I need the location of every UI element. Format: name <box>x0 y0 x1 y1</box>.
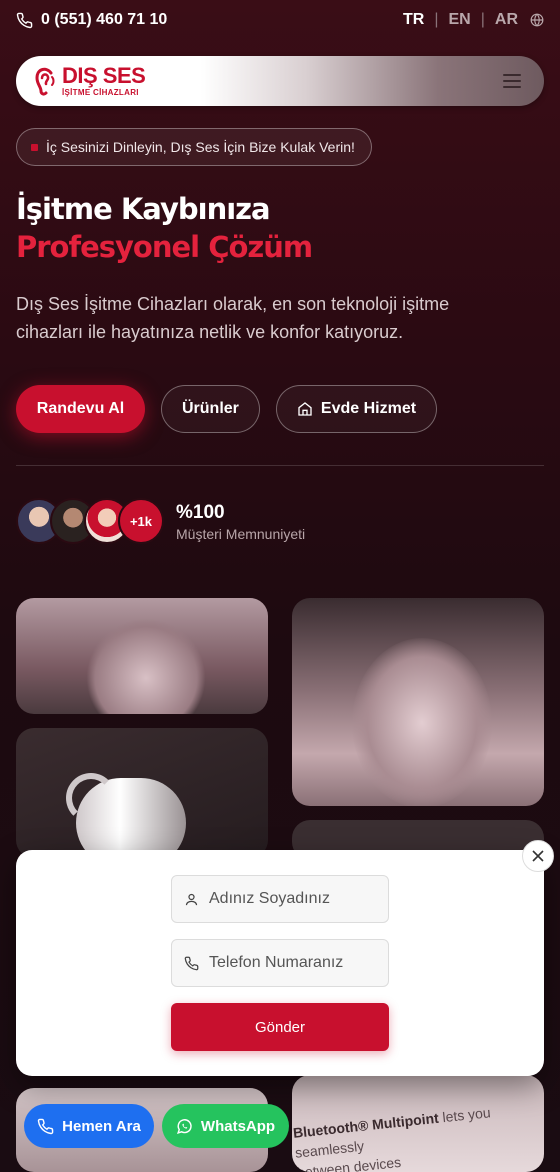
phone-icon <box>37 1118 54 1134</box>
navbar: DIŞ SES İŞİTME CİHAZLARI <box>16 56 544 106</box>
lang-separator: | <box>480 11 485 28</box>
whatsapp-button[interactable]: WhatsApp <box>162 1104 289 1148</box>
caption-brand: Bluetooth® Multipoint <box>292 1109 440 1141</box>
whatsapp-label: WhatsApp <box>200 1117 276 1135</box>
hero-actions: Randevu Al Ürünler Evde Hizmet <box>16 385 438 433</box>
home-service-label: Evde Hizmet <box>320 400 417 417</box>
submit-button[interactable]: Gönder <box>171 1003 389 1051</box>
brand-logo[interactable]: DIŞ SES İŞİTME CİHAZLARI <box>32 63 146 97</box>
user-icon <box>185 893 198 905</box>
gallery-caption: Bluetooth® Multipoint lets you seamlessl… <box>292 1096 544 1172</box>
whatsapp-icon <box>176 1118 192 1134</box>
gallery-image-hearing-aid <box>16 728 268 858</box>
lang-tr[interactable]: TR <box>403 11 424 29</box>
ear-logo-icon <box>35 67 55 96</box>
hamburger-menu-icon[interactable] <box>496 65 528 97</box>
phone-icon <box>184 956 199 970</box>
phone-icon <box>16 12 33 28</box>
name-field[interactable] <box>171 875 389 923</box>
brand-tagline: İŞİTME CİHAZLARI <box>62 88 139 97</box>
lang-separator: | <box>434 11 439 28</box>
contact-form-popup: Gönder <box>16 850 544 1076</box>
products-button[interactable]: Ürünler <box>161 385 260 433</box>
lang-en[interactable]: EN <box>449 11 471 29</box>
globe-icon[interactable] <box>530 13 544 27</box>
brand-name: DIŞ SES <box>62 63 146 88</box>
lang-ar[interactable]: AR <box>495 11 518 29</box>
phone-number: 0 (551) 460 71 10 <box>41 11 168 28</box>
hero-badge: İç Sesinizi Dinleyin, Dış Ses İçin Bize … <box>16 128 372 166</box>
stat-label: Müşteri Memnuniyeti <box>176 526 306 542</box>
call-now-label: Hemen Ara <box>62 1117 141 1135</box>
call-now-button[interactable]: Hemen Ara <box>24 1104 154 1148</box>
hero-title-line1: İşitme Kaybınıza <box>16 192 271 226</box>
home-service-button[interactable]: Evde Hizmet <box>275 385 438 433</box>
language-switcher: TR | EN | AR <box>403 11 544 29</box>
top-bar: 0 (551) 460 71 10 TR | EN | AR <box>0 0 560 40</box>
gallery-image-bluetooth: Bluetooth® Multipoint lets you seamlessl… <box>292 1075 544 1172</box>
name-input[interactable] <box>209 890 369 908</box>
phone-field[interactable] <box>171 939 389 987</box>
stat-value: %100 <box>176 502 225 523</box>
hero-title: İşitme Kaybınıza Profesyonel Çözüm <box>16 190 313 266</box>
divider <box>16 465 544 466</box>
gallery-image-hand <box>292 598 544 806</box>
hero-description: Dış Ses İşitme Cihazları olarak, en son … <box>16 294 450 342</box>
products-button-label: Ürünler <box>182 400 239 417</box>
avatar-more-count: +1k <box>118 498 164 544</box>
hero-title-line2: Profesyonel Çözüm <box>16 230 313 264</box>
gallery-image-wrist <box>16 598 268 714</box>
home-icon <box>298 402 312 416</box>
phone-link[interactable]: 0 (551) 460 71 10 <box>16 11 167 29</box>
hero-badge-text: İç Sesinizi Dinleyin, Dış Ses İçin Bize … <box>46 139 355 155</box>
phone-input[interactable] <box>209 954 369 972</box>
badge-dot-icon <box>31 143 38 151</box>
customer-avatars: +1k <box>16 498 164 544</box>
appointment-button[interactable]: Randevu Al <box>16 385 145 433</box>
satisfaction-stat: %100 Müşteri Memnuniyeti <box>176 502 305 542</box>
close-icon[interactable] <box>522 840 554 872</box>
